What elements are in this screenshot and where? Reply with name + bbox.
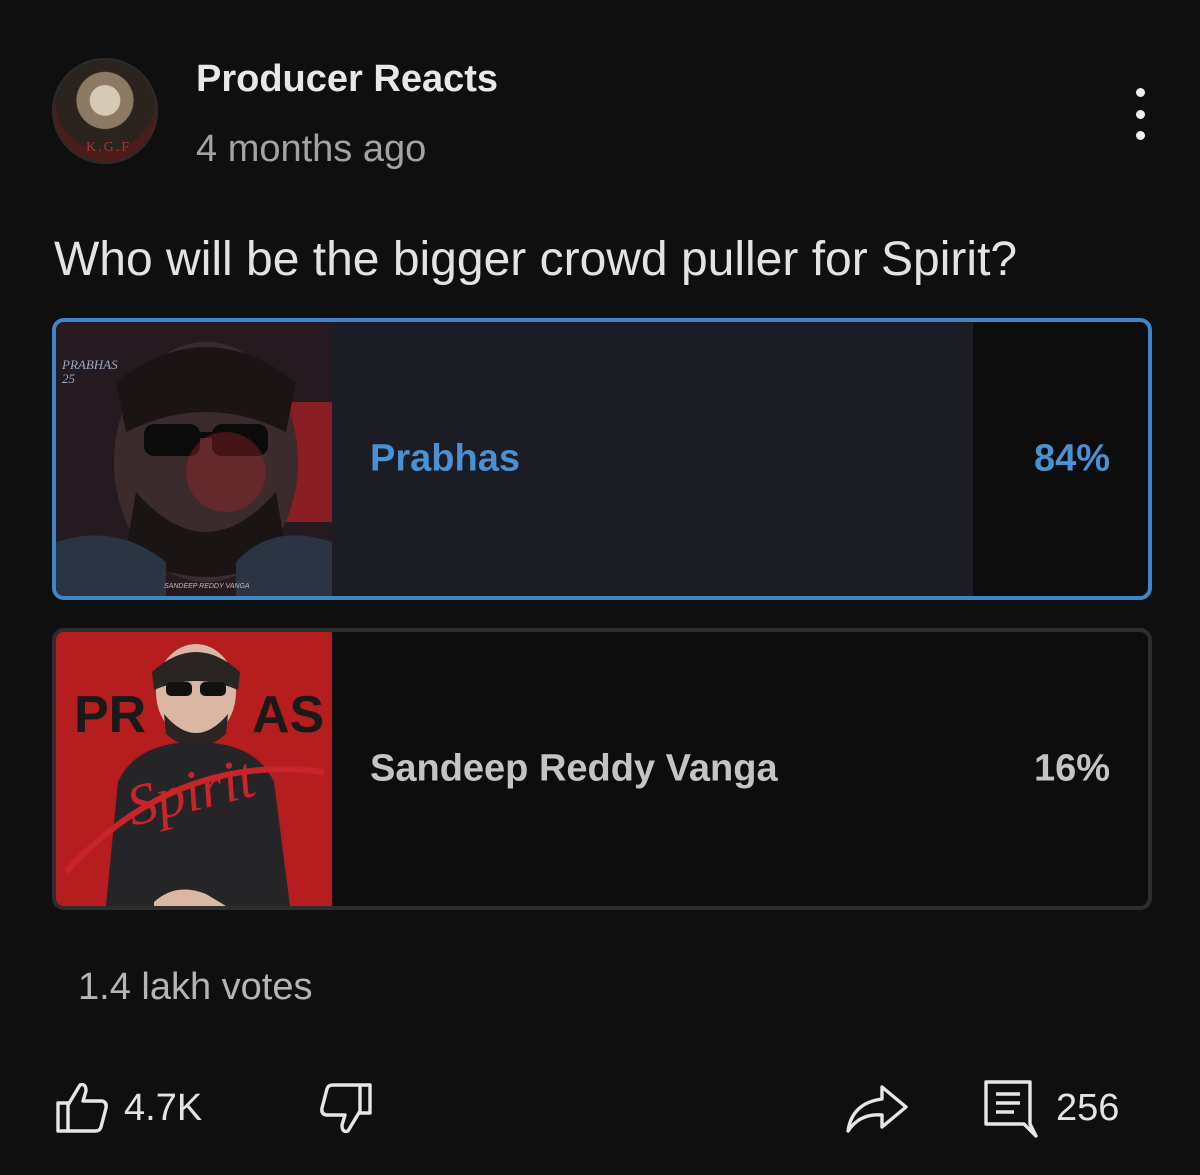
dislike-button[interactable] [318, 1072, 376, 1144]
poster-credit-text: SANDEEP REDDY VANGA [164, 583, 250, 590]
svg-text:AS: AS [252, 686, 324, 744]
thumbs-down-icon [320, 1083, 372, 1134]
comments-button[interactable]: 256 [980, 1072, 1119, 1144]
poll-option-image: PR AS Spirit [56, 632, 332, 906]
poll-option-sandeep-reddy-vanga[interactable]: PR AS Spirit Sandeep Reddy Vanga 16% [52, 628, 1152, 910]
like-count: 4.7K [124, 1086, 203, 1129]
poll-option-prabhas[interactable]: PRABHAS 25 SANDEEP REDDY VANGA Prabhas 8… [52, 318, 1152, 600]
channel-name[interactable]: Producer Reacts [196, 58, 498, 101]
poll-question: Who will be the bigger crowd puller for … [54, 233, 1018, 286]
more-options-icon[interactable] [1118, 84, 1162, 144]
poll-option-label: Prabhas [370, 437, 520, 480]
poll-option-percent: 16% [1033, 747, 1110, 790]
poll-option-label: Sandeep Reddy Vanga [370, 747, 778, 790]
comment-count: 256 [1056, 1086, 1120, 1129]
poster-title-text: PRABHAS 25 [62, 357, 118, 386]
post-timestamp: 4 months ago [196, 128, 427, 170]
share-button[interactable] [842, 1072, 914, 1144]
svg-text:PR: PR [74, 686, 146, 744]
share-icon [846, 1085, 908, 1133]
poll-option-percent: 84% [1033, 437, 1110, 480]
poll-option-image: PRABHAS 25 SANDEEP REDDY VANGA [56, 322, 332, 596]
channel-avatar[interactable]: K.G.F [52, 58, 158, 164]
thumbs-up-icon [56, 1082, 108, 1133]
comment-icon [984, 1080, 1038, 1138]
avatar-text: K.G.F [86, 140, 132, 155]
community-post-card: K.G.F Producer Reacts 4 months ago Who w… [0, 0, 1200, 1175]
like-button[interactable]: 4.7K [52, 1072, 202, 1144]
vote-count: 1.4 lakh votes [78, 966, 313, 1008]
